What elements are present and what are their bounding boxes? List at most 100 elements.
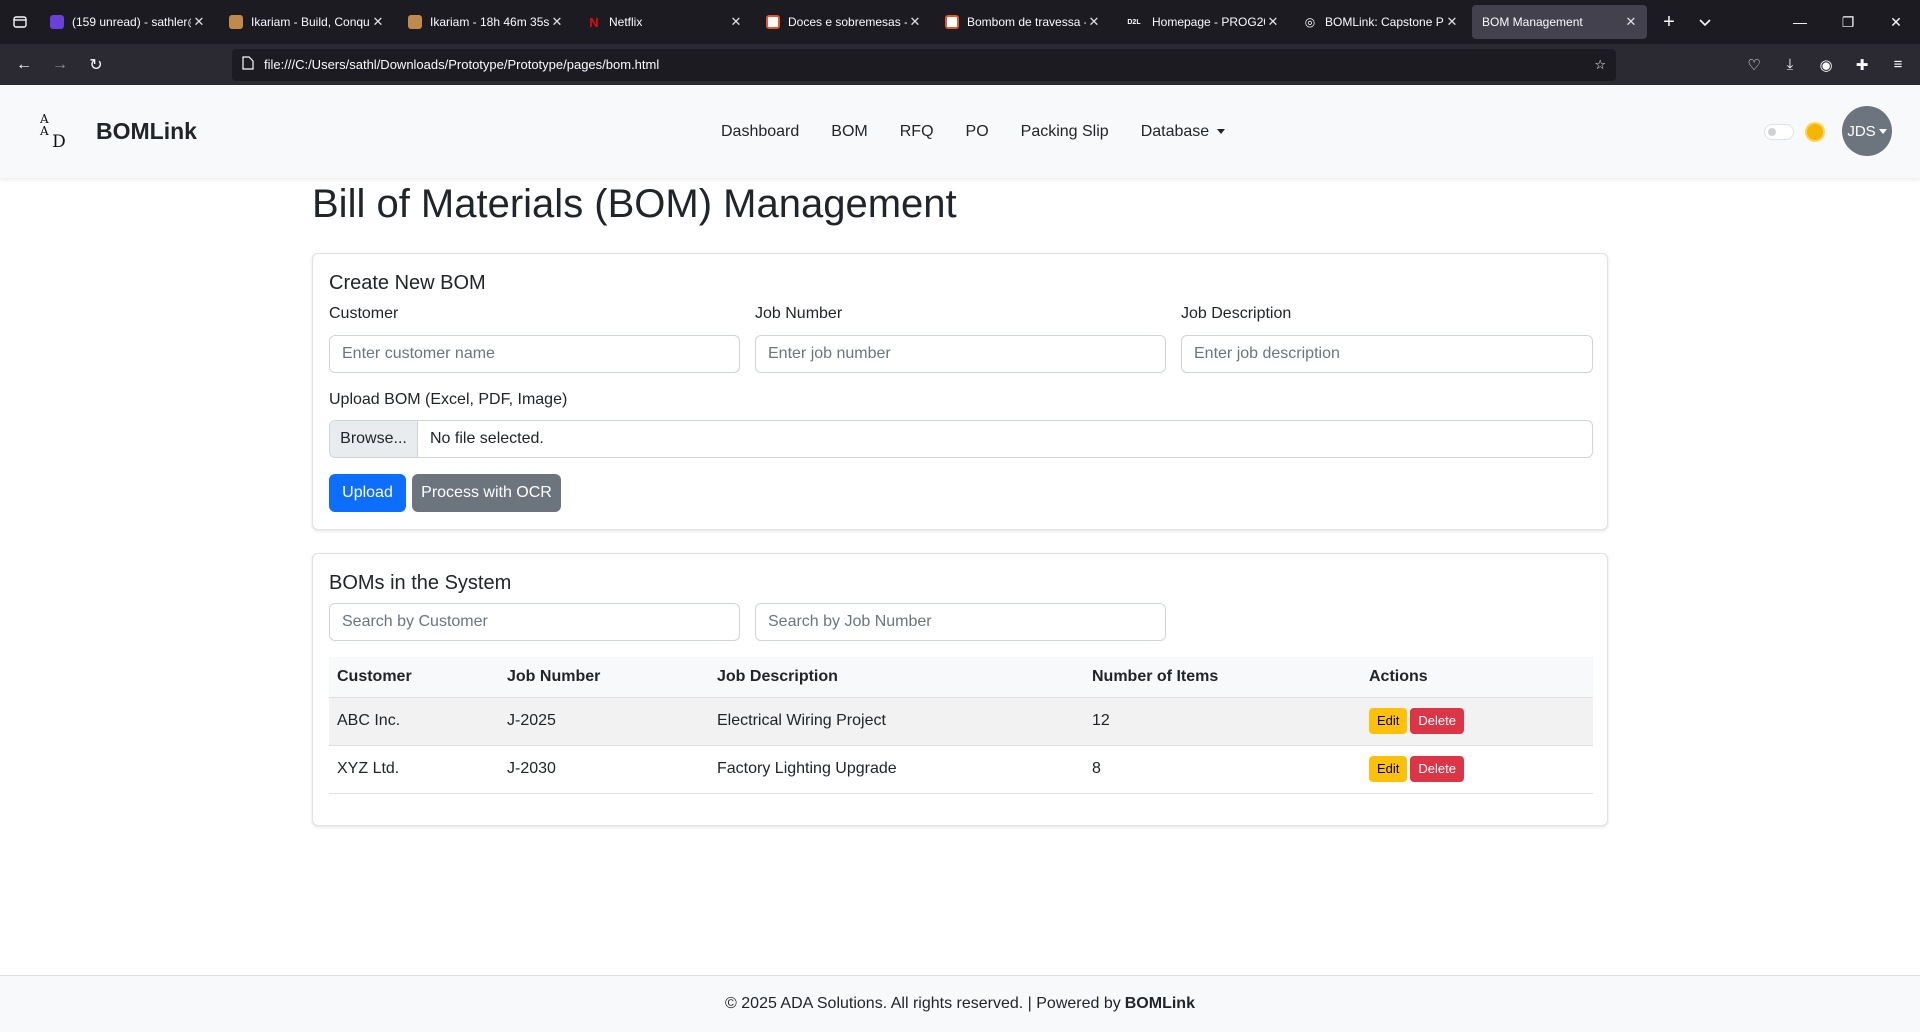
main-menu: Dashboard BOM RFQ PO Packing Slip Databa… — [721, 123, 1257, 141]
col-customer: Customer — [329, 657, 499, 698]
col-actions: Actions — [1361, 657, 1593, 698]
browser-tab-bombom[interactable]: Bombom de travessa - ✕ — [935, 5, 1110, 39]
brand[interactable]: A A D BOMLink — [40, 113, 197, 151]
forward-icon[interactable]: → — [42, 49, 78, 81]
downloads-icon[interactable]: ⤓ — [1772, 49, 1808, 81]
address-bar[interactable]: file:///C:/Users/sathl/Downloads/Prototy… — [232, 48, 1616, 81]
delete-button[interactable]: Delete — [1410, 708, 1464, 734]
reload-icon[interactable]: ↻ — [78, 49, 114, 81]
upload-button[interactable]: Upload — [329, 474, 406, 512]
browser-toolbar: ← → ↻ file:///C:/Users/sathl/Downloads/P… — [0, 44, 1920, 85]
tab-title: Homepage - PROG207( — [1152, 15, 1265, 29]
account-icon[interactable]: ◉ — [1808, 49, 1844, 81]
bookmark-star-icon[interactable]: ☆ — [1594, 57, 1606, 73]
theme-toggle[interactable] — [1764, 124, 1794, 140]
delete-button[interactable]: Delete — [1410, 756, 1464, 782]
user-avatar-dropdown[interactable]: JDS — [1842, 106, 1892, 156]
window-controls: — ❐ ✕ — [1776, 0, 1920, 44]
nav-database-label: Database — [1140, 122, 1210, 140]
new-tab-icon[interactable]: + — [1651, 5, 1687, 39]
customer-input[interactable]: Enter customer name — [329, 335, 740, 373]
toolbar-right-icons: ♡ ⤓ ◉ ✚ ≡ — [1736, 49, 1916, 81]
cell-items: 12 — [1084, 697, 1361, 746]
close-tab-icon[interactable]: ✕ — [370, 14, 386, 30]
browser-tab-bom-management[interactable]: BOM Management ✕ — [1472, 5, 1647, 39]
cell-job-description: Electrical Wiring Project — [709, 697, 1084, 746]
restore-icon[interactable]: ❐ — [1824, 0, 1872, 44]
footer: © 2025 ADA Solutions. All rights reserve… — [0, 975, 1920, 1032]
edit-button[interactable]: Edit — [1369, 708, 1408, 734]
tab-title: Doces e sobremesas - R — [788, 15, 907, 29]
footer-text: © 2025 ADA Solutions. All rights reserve… — [725, 995, 1121, 1012]
tab-title: Ikariam - 18h 46m 35s - — [430, 15, 549, 29]
sun-icon — [1807, 124, 1823, 140]
browser-tab-bar: (159 unread) - sathler@ ✕ Ikariam - Buil… — [0, 0, 1920, 44]
back-icon[interactable]: ← — [6, 49, 42, 81]
browser-tab-doces[interactable]: Doces e sobremesas - R ✕ — [756, 5, 931, 39]
cell-job-description: Factory Lighting Upgrade — [709, 745, 1084, 794]
ada-logo-icon: A A D — [40, 113, 78, 151]
close-tab-icon[interactable]: ✕ — [1444, 14, 1460, 30]
page-title: Bill of Materials (BOM) Management — [312, 182, 957, 226]
close-tab-icon[interactable]: ✕ — [907, 14, 923, 30]
tab-title: BOM Management — [1482, 15, 1583, 29]
browser-tab-d2l[interactable]: D2L Homepage - PROG207( ✕ — [1114, 5, 1289, 39]
cell-actions: Edit Delete — [1361, 697, 1593, 746]
job-number-input[interactable]: Enter job number — [755, 335, 1166, 373]
browser-tab-ikariam-1[interactable]: Ikariam - Build, Conqu ✕ — [219, 5, 394, 39]
browse-button[interactable]: Browse... — [330, 421, 418, 457]
close-tab-icon[interactable]: ✕ — [191, 14, 207, 30]
page-icon — [242, 56, 254, 73]
app-menu-icon[interactable]: ≡ — [1880, 49, 1916, 81]
browser-tab-bomlink-capstone[interactable]: ◎ BOMLink: Capstone Pr ✕ — [1293, 5, 1468, 39]
nav-bom[interactable]: BOM — [831, 123, 867, 141]
customer-label: Customer — [329, 305, 399, 322]
extensions-icon[interactable]: ✚ — [1844, 49, 1880, 81]
job-number-placeholder: Enter job number — [768, 345, 891, 362]
tab-title: Ikariam - Build, Conqu — [251, 15, 370, 29]
search-customer-input[interactable]: Search by Customer — [329, 603, 740, 641]
close-tab-icon[interactable]: ✕ — [1086, 14, 1102, 30]
file-input[interactable]: Browse... No file selected. — [329, 420, 1593, 458]
ikariam-favicon-icon — [408, 15, 422, 29]
close-tab-icon[interactable]: ✕ — [728, 14, 744, 30]
footer-brand: BOMLink — [1124, 995, 1195, 1012]
close-tab-icon[interactable]: ✕ — [1623, 14, 1639, 30]
table-row: XYZ Ltd. J-2030 Factory Lighting Upgrade… — [329, 745, 1593, 794]
nav-dashboard[interactable]: Dashboard — [721, 123, 799, 141]
search-job-number-input[interactable]: Search by Job Number — [755, 603, 1166, 641]
browser-tab-mail[interactable]: (159 unread) - sathler@ ✕ — [40, 5, 215, 39]
nav-rfq[interactable]: RFQ — [900, 123, 934, 141]
close-tab-icon[interactable]: ✕ — [1265, 14, 1281, 30]
cell-job-number: J-2025 — [499, 697, 709, 746]
job-description-label: Job Description — [1181, 305, 1292, 322]
bom-list-title: BOMs in the System — [329, 572, 512, 594]
tab-list-icon[interactable] — [0, 0, 40, 44]
nav-database-dropdown[interactable]: Database — [1141, 123, 1226, 141]
browser-tab-netflix[interactable]: N Netflix ✕ — [577, 5, 752, 39]
tab-overflow-chevron-icon[interactable] — [1687, 5, 1723, 39]
nav-packing-slip[interactable]: Packing Slip — [1021, 123, 1109, 141]
tab-title: BOMLink: Capstone Pr — [1325, 15, 1444, 29]
col-job-description: Job Description — [709, 657, 1084, 698]
brand-name: BOMLink — [96, 118, 197, 144]
cell-actions: Edit Delete — [1361, 745, 1593, 794]
cell-customer: XYZ Ltd. — [329, 745, 499, 794]
ikariam-favicon-icon — [229, 15, 243, 29]
close-window-icon[interactable]: ✕ — [1872, 0, 1920, 44]
user-initials: JDS — [1847, 122, 1876, 140]
toggle-knob — [1768, 128, 1776, 136]
caret-down-icon — [1217, 128, 1226, 134]
col-job-number: Job Number — [499, 657, 709, 698]
create-bom-card: Create New BOM Customer Job Number Job D… — [312, 253, 1608, 530]
edit-button[interactable]: Edit — [1369, 756, 1408, 782]
job-description-placeholder: Enter job description — [1194, 345, 1340, 362]
browser-tab-ikariam-2[interactable]: Ikariam - 18h 46m 35s - ✕ — [398, 5, 573, 39]
minimize-icon[interactable]: — — [1776, 0, 1824, 44]
nav-po[interactable]: PO — [966, 123, 989, 141]
close-tab-icon[interactable]: ✕ — [549, 14, 565, 30]
d2l-favicon-icon: D2L — [1127, 18, 1141, 26]
job-description-input[interactable]: Enter job description — [1181, 335, 1593, 373]
process-ocr-button[interactable]: Process with OCR — [412, 474, 561, 512]
pocket-icon[interactable]: ♡ — [1736, 49, 1772, 81]
